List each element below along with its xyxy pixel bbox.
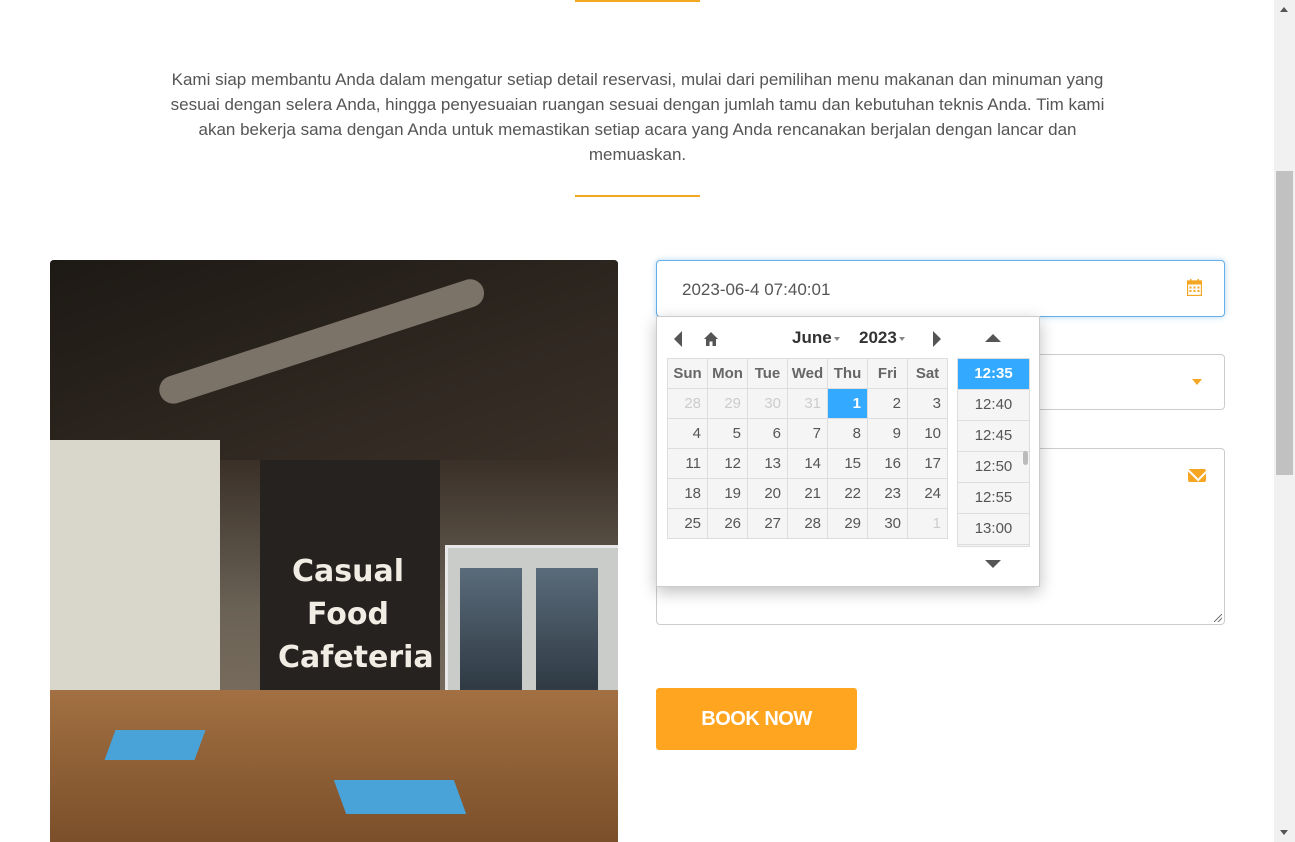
calendar-day[interactable]: 26 — [707, 508, 748, 539]
calendar-day[interactable]: 20 — [747, 478, 788, 509]
calendar-week: 18 19 20 21 22 23 24 — [667, 478, 948, 509]
calendar-day[interactable]: 23 — [867, 478, 908, 509]
calendar-day[interactable]: 13 — [747, 448, 788, 479]
calendar-day[interactable]: 2 — [867, 388, 908, 419]
calendar-day[interactable]: 10 — [907, 418, 948, 449]
calendar-day[interactable]: 19 — [707, 478, 748, 509]
calendar-day[interactable]: 6 — [747, 418, 788, 449]
time-scroll-down-icon[interactable] — [985, 560, 1001, 568]
sign-line-2: Food — [307, 597, 389, 632]
calendar-day-today[interactable]: 1 — [827, 388, 868, 419]
calendar-day[interactable]: 12 — [707, 448, 748, 479]
calendar-day[interactable]: 11 — [667, 448, 708, 479]
sign-line-3: Cafeteria — [278, 640, 434, 675]
calendar-day[interactable]: 29 — [827, 508, 868, 539]
calendar-grid: Sun Mon Tue Wed Thu Fri Sat 28 29 30 31 … — [667, 358, 948, 539]
top-divider — [575, 0, 700, 2]
cafeteria-photo: Casual Food Cafeteria — [50, 260, 618, 842]
sign-line-1: Casual — [291, 554, 404, 589]
calendar-day[interactable]: 16 — [867, 448, 908, 479]
time-list-scrollbar[interactable] — [1023, 451, 1028, 465]
calendar-day[interactable]: 27 — [747, 508, 788, 539]
dropdown-caret-icon — [898, 336, 905, 341]
weekday-wed: Wed — [787, 358, 828, 389]
intro-paragraph: Kami siap membantu Anda dalam mengatur s… — [170, 70, 1105, 164]
scroll-up-arrow-icon[interactable] — [1280, 7, 1288, 12]
time-option-selected[interactable]: 12:35 — [958, 359, 1029, 390]
time-option[interactable]: 12:55 — [958, 483, 1029, 514]
calendar-icon[interactable] — [1187, 279, 1202, 296]
envelope-icon — [1188, 469, 1206, 482]
bottom-divider — [575, 195, 700, 197]
time-scroll-up-icon[interactable] — [985, 334, 1001, 342]
scroll-down-arrow-icon[interactable] — [1280, 830, 1288, 835]
time-option[interactable]: 12:45 — [958, 421, 1029, 452]
time-option[interactable]: 12:40 — [958, 390, 1029, 421]
time-option[interactable]: 12:50 — [958, 452, 1029, 483]
weekday-header-row: Sun Mon Tue Wed Thu Fri Sat — [667, 358, 948, 389]
year-select[interactable]: 2023 — [859, 328, 905, 348]
datetime-input[interactable]: 2023-06-4 07:40:01 — [656, 260, 1225, 317]
year-label: 2023 — [859, 328, 897, 347]
calendar-day[interactable]: 5 — [707, 418, 748, 449]
calendar-day[interactable]: 24 — [907, 478, 948, 509]
photo-chair — [333, 780, 467, 814]
calendar-day[interactable]: 9 — [867, 418, 908, 449]
resize-handle[interactable] — [1214, 614, 1222, 622]
calendar-day[interactable]: 28 — [787, 508, 828, 539]
datetime-value: 2023-06-4 07:40:01 — [682, 280, 831, 299]
calendar-day[interactable]: 30 — [747, 388, 788, 419]
calendar-day[interactable]: 15 — [827, 448, 868, 479]
photo-ceiling — [50, 260, 618, 460]
photo-tables — [50, 690, 618, 842]
calendar-day[interactable]: 31 — [787, 388, 828, 419]
calendar-day[interactable]: 4 — [667, 418, 708, 449]
calendar-week: 25 26 27 28 29 30 1 — [667, 508, 948, 539]
calendar-day[interactable]: 3 — [907, 388, 948, 419]
weekday-sat: Sat — [907, 358, 948, 389]
calendar-week: 28 29 30 31 1 2 3 — [667, 388, 948, 419]
calendar-day[interactable]: 30 — [867, 508, 908, 539]
month-label: June — [792, 328, 832, 347]
photo-chair — [104, 730, 206, 760]
calendar-day[interactable]: 7 — [787, 418, 828, 449]
scrollbar-thumb[interactable] — [1276, 171, 1293, 475]
photo-sign-text: Casual Food Cafeteria — [278, 550, 434, 679]
weekday-fri: Fri — [867, 358, 908, 389]
weekday-tue: Tue — [747, 358, 788, 389]
weekday-thu: Thu — [827, 358, 868, 389]
next-month-arrow-icon[interactable] — [933, 331, 941, 347]
calendar-week: 4 5 6 7 8 9 10 — [667, 418, 948, 449]
calendar-day[interactable]: 29 — [707, 388, 748, 419]
calendar-day[interactable]: 1 — [907, 508, 948, 539]
home-icon[interactable] — [703, 331, 719, 347]
calendar-day[interactable]: 21 — [787, 478, 828, 509]
book-now-button[interactable]: BOOK NOW — [656, 688, 857, 750]
weekday-mon: Mon — [707, 358, 748, 389]
dropdown-caret-icon — [833, 336, 840, 341]
calendar-day[interactable]: 22 — [827, 478, 868, 509]
month-select[interactable]: June — [792, 328, 840, 348]
time-option[interactable]: 13:00 — [958, 514, 1029, 545]
page-scrollbar[interactable] — [1274, 0, 1295, 842]
calendar-day[interactable]: 18 — [667, 478, 708, 509]
calendar-day[interactable]: 17 — [907, 448, 948, 479]
calendar-week: 11 12 13 14 15 16 17 — [667, 448, 948, 479]
prev-month-arrow-icon[interactable] — [674, 331, 682, 347]
calendar-day[interactable]: 25 — [667, 508, 708, 539]
time-list[interactable]: 12:35 12:40 12:45 12:50 12:55 13:00 — [957, 358, 1030, 547]
calendar-day[interactable]: 14 — [787, 448, 828, 479]
calendar-day[interactable]: 8 — [827, 418, 868, 449]
calendar-day[interactable]: 28 — [667, 388, 708, 419]
caret-down-icon — [1192, 379, 1202, 385]
weekday-sun: Sun — [667, 358, 708, 389]
datetime-picker: June 2023 Sun Mon Tue Wed Thu Fri Sat 28… — [656, 316, 1040, 587]
